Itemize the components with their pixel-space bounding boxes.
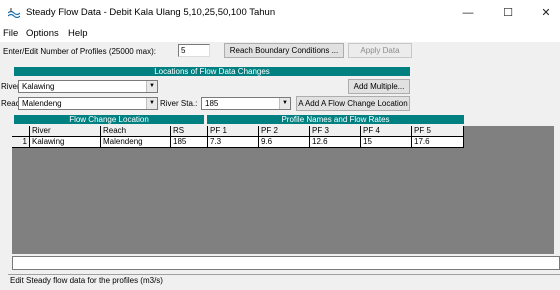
river-select[interactable]: Kalawing ▼ [18, 80, 158, 93]
flow-value-cell[interactable]: 17.6 [412, 137, 464, 148]
grid-corner [12, 126, 30, 137]
column-header: PF 4 [361, 126, 412, 137]
column-header: PF 1 [208, 126, 259, 137]
flow-change-location-header: Flow Change Location [14, 115, 204, 124]
chevron-down-icon[interactable]: ▼ [279, 98, 290, 109]
column-header: PF 2 [259, 126, 310, 137]
steady-flow-dialog: Enter/Edit Number of Profiles (25000 max… [0, 42, 560, 290]
river-select-value: Kalawing [22, 82, 55, 91]
chevron-down-icon[interactable]: ▼ [146, 98, 157, 109]
column-header: PF 5 [412, 126, 464, 137]
river-sta-select-value: 185 [205, 99, 219, 108]
profile-names-header: Profile Names and Flow Rates [207, 115, 464, 124]
title-bar: Steady Flow Data - Debit Kala Ulang 5,10… [0, 0, 560, 26]
menu-help[interactable]: Help [68, 28, 88, 39]
add-flow-change-location-button[interactable]: A Add A Flow Change Location [296, 96, 410, 111]
reach-boundary-conditions-button[interactable]: Reach Boundary Conditions ... [224, 43, 344, 58]
profiles-label: Enter/Edit Number of Profiles (25000 max… [3, 47, 156, 56]
column-header: River [30, 126, 101, 137]
column-header: PF 3 [310, 126, 361, 137]
close-button[interactable]: ✕ [532, 4, 560, 22]
flow-value-cell[interactable]: 9.6 [259, 137, 310, 148]
add-multiple-button[interactable]: Add Multiple... [348, 79, 410, 94]
maximize-button[interactable]: ☐ [494, 4, 522, 22]
menu-bar: File Options Help [0, 26, 560, 42]
flow-value-cell[interactable]: 7.3 [208, 137, 259, 148]
flow-value-cell[interactable]: 15 [361, 137, 412, 148]
menu-file[interactable]: File [3, 28, 18, 39]
table-cell[interactable]: 185 [171, 137, 208, 148]
river-sta-label: River Sta.: [160, 99, 198, 108]
column-header: Reach [101, 126, 171, 137]
river-sta-select[interactable]: 185 ▼ [201, 97, 291, 110]
chevron-down-icon[interactable]: ▼ [146, 81, 157, 92]
flow-value-cell[interactable]: 12.6 [310, 137, 361, 148]
apply-data-button[interactable]: Apply Data [348, 43, 412, 58]
minimize-button[interactable]: — [454, 4, 482, 22]
row-number[interactable]: 1 [12, 137, 30, 148]
locations-section-header: Locations of Flow Data Changes [14, 67, 410, 76]
reach-select[interactable]: Malendeng ▼ [18, 97, 158, 110]
message-box [12, 256, 560, 270]
flow-data-grid: River Reach RS PF 1 PF 2 PF 3 PF 4 PF 5 … [12, 126, 554, 254]
table-cell[interactable]: Kalawing [30, 137, 101, 148]
menu-options[interactable]: Options [26, 28, 59, 39]
profiles-count-input[interactable]: 5 [178, 44, 210, 57]
reach-select-value: Malendeng [22, 99, 62, 108]
status-bar: Edit Steady flow data for the profiles (… [8, 274, 560, 286]
window-title: Steady Flow Data - Debit Kala Ulang 5,10… [26, 7, 276, 18]
app-icon [8, 8, 20, 18]
column-header: RS [171, 126, 208, 137]
table-cell[interactable]: Malendeng [101, 137, 171, 148]
